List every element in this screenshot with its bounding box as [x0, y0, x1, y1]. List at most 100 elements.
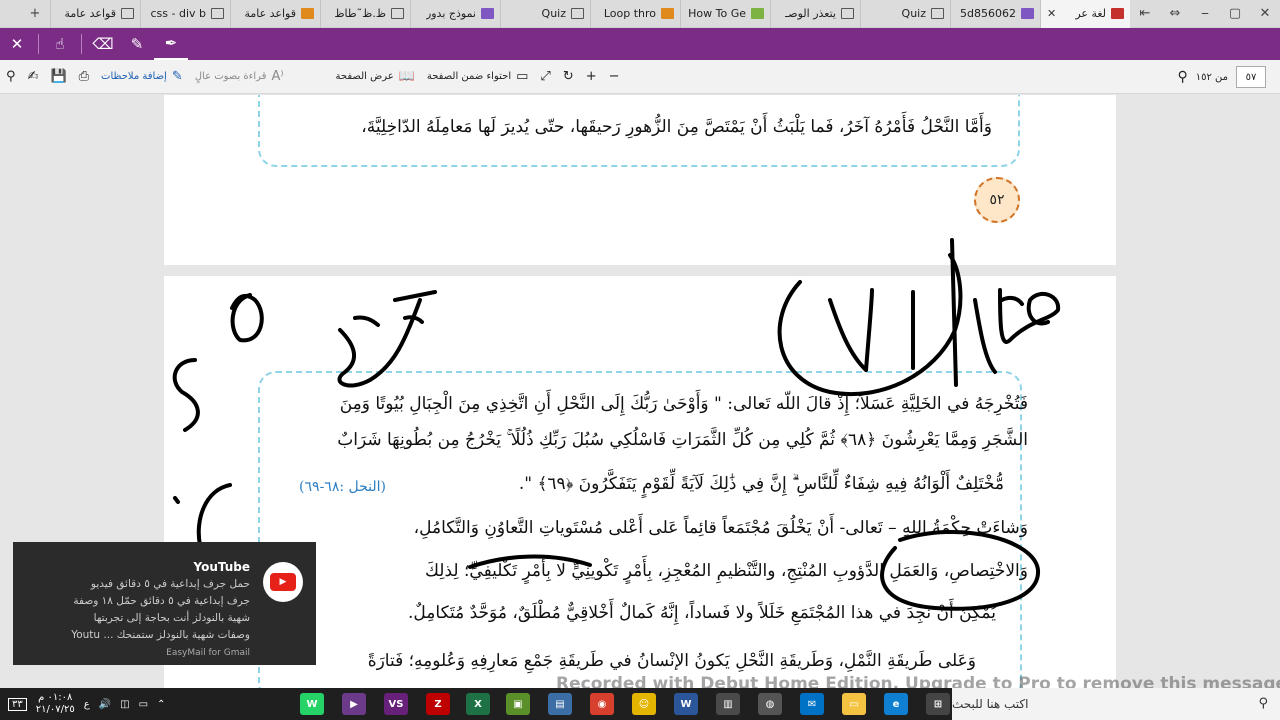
tab-10[interactable]: css - div b [140, 0, 230, 28]
fit-page-button[interactable]: احتواء ضمن الصفحة ▭ [421, 60, 535, 94]
window-close-icon[interactable]: ✕ [1250, 0, 1280, 28]
media-app[interactable]: ▶ [342, 693, 366, 715]
form-icon [481, 8, 494, 19]
highlighter-icon[interactable]: ✎ [120, 28, 154, 60]
filezilla-app[interactable]: Z [426, 693, 450, 715]
zoom-in-icon[interactable]: + [580, 60, 603, 94]
close-icon[interactable]: ✕ [0, 28, 34, 60]
youtube-icon: ▶ [263, 562, 303, 602]
rotate-icon[interactable]: ↻ [557, 60, 580, 94]
mail-app[interactable]: ✉ [800, 693, 824, 715]
whatsapp-app[interactable]: W [300, 693, 324, 715]
clock[interactable]: ٠١:٠٨ م ٢١/٠٧/٢٥ [36, 692, 75, 716]
inking-toolbar: ✕ ☝ ⌫ ✎ ✒ [0, 28, 1280, 60]
code-icon [751, 8, 764, 19]
page-total: من ١٥٢ [1195, 71, 1228, 83]
chevron-up-icon[interactable]: ⌃ [157, 699, 165, 710]
pen-icon[interactable]: ✒ [154, 28, 188, 60]
word-app[interactable]: W [674, 693, 698, 715]
notification-line: وصفات شهية بالنودلز ستمنحك ... Youtu [71, 629, 250, 641]
tab-11[interactable]: قواعد عامة [50, 0, 140, 28]
text-line: مُّخْتَلِفٌ أَلْوَانُهُ فِيهِ شِفَاءٌ لِ… [518, 474, 1004, 494]
fullscreen-icon[interactable]: ⤢ [534, 60, 556, 94]
save-icon[interactable]: 💾 [44, 60, 72, 94]
game-app[interactable]: ☺ [632, 693, 656, 715]
fit-icon: ▭ [516, 69, 529, 84]
window-icon [931, 8, 944, 19]
photos-app[interactable]: ▣ [506, 693, 530, 715]
visual-studio-app[interactable]: VS [384, 693, 408, 715]
tab-5[interactable]: Loop thro [590, 0, 680, 28]
tab-bar: ✕ ▢ ⎯ ⇔ ⇤ لغة عر ✕ 5d856062 Quiz يتعذر ال… [0, 0, 1280, 28]
explorer-app[interactable]: ▭ [842, 693, 866, 715]
tab-label: قواعد عامة [244, 7, 296, 20]
page-navigator: ⚲ من ١٥٢ ٥٧ [1177, 60, 1280, 94]
tab-6[interactable]: Quiz [500, 0, 590, 28]
notes-icon[interactable]: ✍ [22, 60, 45, 94]
tab-label: Quiz [541, 7, 566, 20]
read-aloud-label: قراءة بصوت عالٍ [194, 71, 267, 82]
tab-aside-icon[interactable]: ⇤ [1130, 0, 1160, 28]
text-line: الشَّجَرِ وَمِمَّا يَعْرِشُونَ ﴿٦٨﴾ ثُمَ… [337, 430, 1028, 450]
tab-3[interactable]: يتعذر الوصـ [770, 0, 860, 28]
tab-7[interactable]: نموذج بدور [410, 0, 500, 28]
eraser-icon[interactable]: ⌫ [86, 28, 120, 60]
tab-9[interactable]: قواعد عامة [230, 0, 320, 28]
app[interactable]: ◍ [758, 693, 782, 715]
battery-icon[interactable]: ▭ [139, 699, 148, 710]
touch-write-icon[interactable]: ☝ [43, 28, 77, 60]
tab-label: 5d856062 [960, 7, 1016, 20]
notification-line: حمل جرف إبداعية في ٥ دقائق فيديو [90, 578, 250, 590]
window-app[interactable]: ▤ [548, 693, 572, 715]
close-icon[interactable]: ✕ [1047, 7, 1056, 20]
language-indicator[interactable]: ع [84, 699, 90, 710]
notification-line: جرف إبداعية في ٥ دقائق حمّل ١٨ وصفة [73, 595, 250, 607]
speaker-icon: A⁾ [271, 69, 284, 84]
tab-0[interactable]: لغة عر ✕ [1040, 0, 1130, 28]
files-app[interactable]: ▥ [716, 693, 740, 715]
search-placeholder: اكتب هنا للبحث [952, 697, 1029, 711]
notification-line: شهية بالنودلز أنت بحاجة إلى تجربتها [93, 612, 250, 624]
zoom-out-icon[interactable]: − [603, 60, 626, 94]
page-view-button[interactable]: عرض الصفحة 📖 [330, 60, 421, 94]
speaker-icon[interactable]: 🔊 [99, 699, 111, 710]
tab-label: Loop thro [603, 7, 656, 20]
divider [38, 34, 39, 54]
read-aloud-button[interactable]: قراءة بصوت عالٍ A⁾ [189, 60, 290, 94]
store-app[interactable]: ⊞ [926, 693, 950, 715]
new-tab-icon[interactable]: + [20, 0, 50, 28]
print-icon[interactable]: ⎙ [73, 60, 95, 94]
tab-8[interactable]: ظ.ظ˜طاظ [320, 0, 410, 28]
notification-center-icon[interactable]: ٣٣ [8, 697, 27, 711]
bookmark-icon [661, 8, 674, 19]
search-icon: ⚲ [1258, 696, 1268, 711]
bookmark-icon [301, 8, 314, 19]
chrome-app[interactable]: ◉ [590, 693, 614, 715]
tab-label: css - div b [150, 7, 207, 20]
text-line: يُمْكِنُ أَنْ نَجِدَ في هذا المُجْتَمَعِ… [408, 603, 996, 623]
tab-1[interactable]: 5d856062 [950, 0, 1040, 28]
excel-app[interactable]: X [466, 693, 490, 715]
search-icon[interactable]: ⚲ [1177, 69, 1187, 85]
pin-icon[interactable]: ⚲ [0, 60, 22, 94]
maximize-icon[interactable]: ▢ [1220, 0, 1250, 28]
page-number-badge: ٥٢ [974, 177, 1020, 223]
page-number-input[interactable]: ٥٧ [1236, 66, 1266, 88]
tab-2[interactable]: Quiz [860, 0, 950, 28]
tab-4[interactable]: How To Ge [680, 0, 770, 28]
minimize-icon[interactable]: ⎯ [1190, 0, 1220, 28]
tab-label: ظ.ظ˜طاظ [334, 7, 386, 20]
notification-toast[interactable]: ▶ YouTube حمل جرف إبداعية في ٥ دقائق فيد… [13, 542, 316, 665]
notification-app: YouTube [193, 560, 250, 574]
tab-label: يتعذر الوصـ [785, 7, 836, 20]
edge-app[interactable]: e [884, 693, 908, 715]
tab-label: Quiz [901, 7, 926, 20]
divider [81, 34, 82, 54]
window-icon [571, 8, 584, 19]
tab-list-icon[interactable]: ⇔ [1160, 0, 1190, 28]
tab-label: قواعد عامة [64, 7, 116, 20]
taskbar-search[interactable]: ⚲ اكتب هنا للبحث [952, 688, 1280, 720]
add-notes-button[interactable]: إضافة ملاحظات ✎ [95, 60, 189, 94]
text-line: وَشاءَتْ حِكْمَةُ اللهِ – تَعالى- أَنْ ي… [413, 518, 1028, 538]
network-icon[interactable]: ◫ [120, 699, 129, 710]
